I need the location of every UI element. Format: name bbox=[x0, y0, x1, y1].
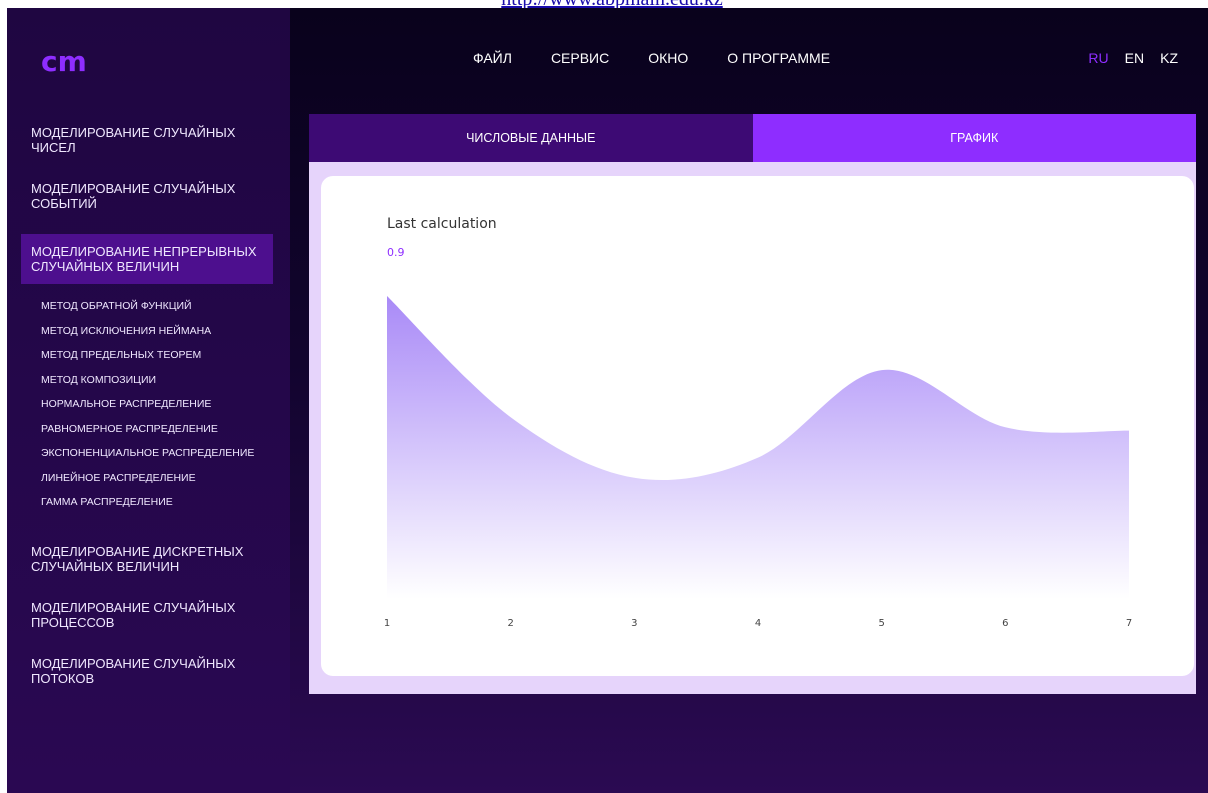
content-panel: ЧИСЛОВЫЕ ДАННЫЕ ГРАФИК Last calculation … bbox=[309, 114, 1196, 694]
tab-bar: ЧИСЛОВЫЕ ДАННЫЕ ГРАФИК bbox=[309, 114, 1196, 162]
sidebar-item-random-processes[interactable]: МОДЕЛИРОВАНИЕ СЛУЧАЙНЫХ ПРОЦЕССОВ bbox=[21, 597, 273, 633]
tab-chart[interactable]: ГРАФИК bbox=[752, 114, 1196, 162]
lang-en[interactable]: EN bbox=[1125, 50, 1144, 66]
top-menu: ФАЙЛ СЕРВИС ОКНО О ПРОГРАММЕ bbox=[473, 50, 869, 66]
subitem-uniform-distribution[interactable]: РАВНОМЕРНОЕ РАСПРЕДЕЛЕНИЕ bbox=[21, 423, 273, 448]
menu-file[interactable]: ФАЙЛ bbox=[473, 50, 512, 66]
sidebar-item-random-numbers[interactable]: МОДЕЛИРОВАНИЕ СЛУЧАЙНЫХ ЧИСЕЛ bbox=[21, 122, 273, 158]
subitem-normal-distribution[interactable]: НОРМАЛЬНОЕ РАСПРЕДЕЛЕНИЕ bbox=[21, 398, 273, 423]
top-url-link[interactable]: http://www.abpmain.edu.kz bbox=[501, 0, 722, 8]
x-tick-label: 5 bbox=[878, 618, 884, 629]
chart-area-series bbox=[387, 296, 1129, 599]
subitem-neumann-rejection[interactable]: МЕТОД ИСКЛЮЧЕНИЯ НЕЙМАНА bbox=[21, 325, 273, 350]
sidebar: cm МОДЕЛИРОВАНИЕ СЛУЧАЙНЫХ ЧИСЕЛ МОДЕЛИР… bbox=[7, 8, 290, 793]
subitem-limit-theorems[interactable]: МЕТОД ПРЕДЕЛЬНЫХ ТЕОРЕМ bbox=[21, 349, 273, 374]
sidebar-item-random-events[interactable]: МОДЕЛИРОВАНИЕ СЛУЧАЙНЫХ СОБЫТИЙ bbox=[21, 178, 273, 214]
subitem-linear-distribution[interactable]: ЛИНЕЙНОЕ РАСПРЕДЕЛЕНИЕ bbox=[21, 472, 273, 497]
sidebar-item-discrete-variables[interactable]: МОДЕЛИРОВАНИЕ ДИСКРЕТНЫХ СЛУЧАЙНЫХ ВЕЛИЧ… bbox=[21, 541, 273, 577]
top-url-link-strip: http://www.abpmain.edu.kz bbox=[0, 0, 1208, 8]
subitem-gamma-distribution[interactable]: ГАММА РАСПРЕДЕЛЕНИЕ bbox=[21, 496, 273, 521]
app-logo: cm bbox=[41, 45, 87, 78]
sidebar-item-random-flows[interactable]: МОДЕЛИРОВАНИЕ СЛУЧАЙНЫХ ПОТОКОВ bbox=[21, 653, 273, 689]
x-axis-ticks: 1 2 3 4 5 6 7 bbox=[384, 618, 1132, 629]
lang-kz[interactable]: KZ bbox=[1160, 50, 1178, 66]
sidebar-subnav: МЕТОД ОБРАТНОЙ ФУНКЦИЙ МЕТОД ИСКЛЮЧЕНИЯ … bbox=[21, 300, 273, 521]
menu-service[interactable]: СЕРВИС bbox=[551, 50, 609, 66]
app-window: cm МОДЕЛИРОВАНИЕ СЛУЧАЙНЫХ ЧИСЕЛ МОДЕЛИР… bbox=[7, 8, 1208, 793]
subitem-exponential-distribution[interactable]: ЭКСПОНЕНЦИАЛЬНОЕ РАСПРЕДЕЛЕНИЕ bbox=[21, 447, 273, 472]
main-area: ФАЙЛ СЕРВИС ОКНО О ПРОГРАММЕ RU EN KZ ЧИ… bbox=[290, 8, 1208, 793]
lang-ru[interactable]: RU bbox=[1088, 50, 1108, 66]
tab-numeric-data[interactable]: ЧИСЛОВЫЕ ДАННЫЕ bbox=[309, 114, 753, 162]
x-tick-label: 2 bbox=[507, 618, 513, 629]
menu-about[interactable]: О ПРОГРАММЕ bbox=[727, 50, 830, 66]
menu-window[interactable]: ОКНО bbox=[648, 50, 688, 66]
x-tick-label: 3 bbox=[631, 618, 637, 629]
subitem-composition[interactable]: МЕТОД КОМПОЗИЦИИ bbox=[21, 374, 273, 399]
x-tick-label: 6 bbox=[1002, 618, 1008, 629]
x-tick-label: 7 bbox=[1126, 618, 1132, 629]
sidebar-nav: МОДЕЛИРОВАНИЕ СЛУЧАЙНЫХ ЧИСЕЛ МОДЕЛИРОВА… bbox=[21, 122, 273, 709]
language-switcher: RU EN KZ bbox=[1072, 50, 1178, 66]
subitem-inverse-function[interactable]: МЕТОД ОБРАТНОЙ ФУНКЦИЙ bbox=[21, 300, 273, 325]
area-chart: 1 2 3 4 5 6 7 bbox=[384, 296, 1132, 629]
sidebar-item-continuous-variables[interactable]: МОДЕЛИРОВАНИЕ НЕПРЕРЫВНЫХ СЛУЧАЙНЫХ ВЕЛИ… bbox=[21, 234, 273, 284]
x-tick-label: 1 bbox=[384, 618, 390, 629]
chart-card: Last calculation 0.9 1234567 bbox=[321, 176, 1194, 676]
x-tick-label: 4 bbox=[755, 618, 761, 629]
